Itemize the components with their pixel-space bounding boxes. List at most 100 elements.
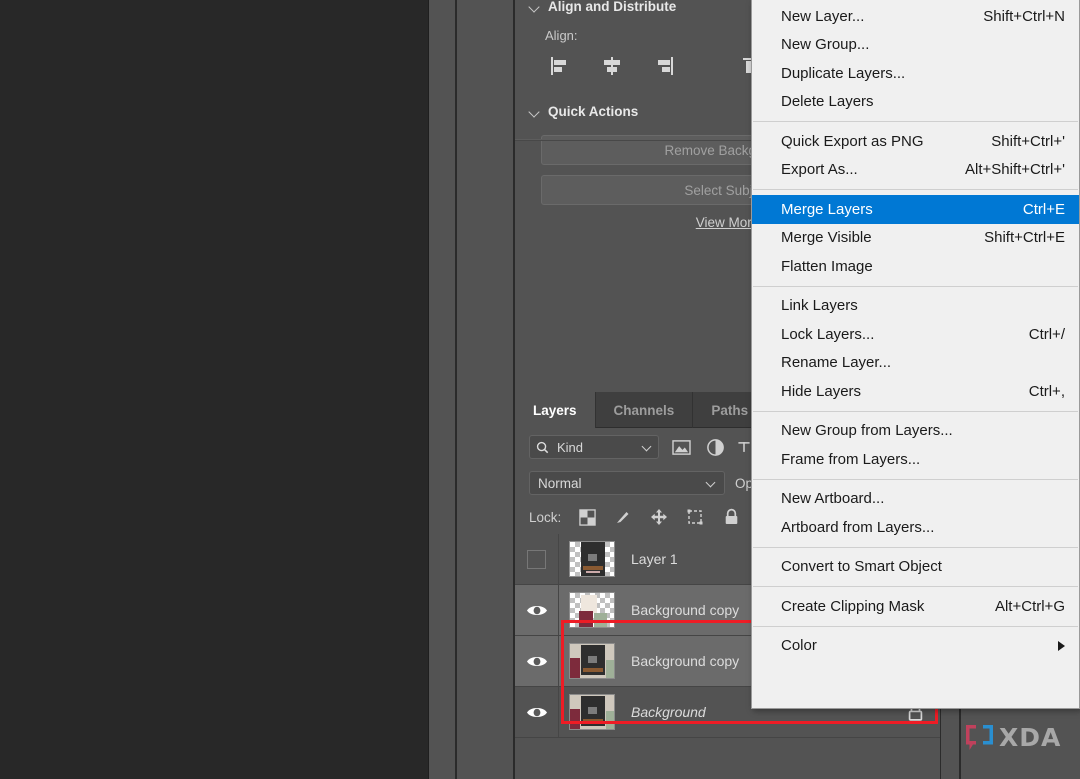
menu-separator bbox=[753, 121, 1078, 122]
menu-item-create-clipping-mask[interactable]: Create Clipping Mask Alt+Ctrl+G bbox=[752, 592, 1079, 621]
menu-item-label: Duplicate Layers... bbox=[781, 65, 905, 82]
blend-mode-select[interactable]: Normal bbox=[529, 471, 725, 495]
menu-item-artboard-from-layers[interactable]: Artboard from Layers... bbox=[752, 513, 1079, 542]
menu-item-new-group[interactable]: New Group... bbox=[752, 31, 1079, 60]
lock-image-pixels-icon[interactable] bbox=[613, 507, 633, 527]
chevron-down-icon[interactable] bbox=[529, 106, 540, 117]
layer-context-menu[interactable]: New Layer... Shift+Ctrl+N New Group... D… bbox=[751, 0, 1080, 709]
search-icon bbox=[536, 441, 549, 454]
menu-item-label: Color bbox=[781, 637, 817, 654]
thumbnail-artwork bbox=[570, 542, 614, 576]
lock-position-icon[interactable] bbox=[649, 507, 669, 527]
eye-icon bbox=[526, 705, 548, 720]
submenu-arrow-icon bbox=[1058, 641, 1065, 651]
photoshop-window: Align and Distribute Align: bbox=[0, 0, 1080, 779]
menu-item-label: Hide Layers bbox=[781, 383, 861, 400]
menu-item-label: Merge Visible bbox=[781, 229, 872, 246]
layer-name[interactable]: Background copy bbox=[631, 602, 739, 618]
tab-layers[interactable]: Layers bbox=[515, 392, 596, 428]
chevron-down-icon[interactable] bbox=[529, 1, 540, 12]
menu-item-label: Convert to Smart Object bbox=[781, 558, 942, 575]
layer-visibility-toggle[interactable] bbox=[515, 585, 559, 635]
menu-item-new-layer[interactable]: New Layer... Shift+Ctrl+N bbox=[752, 2, 1079, 31]
menu-item-label: New Artboard... bbox=[781, 490, 884, 507]
lock-transparent-pixels-icon[interactable] bbox=[577, 507, 597, 527]
lock-artboard-nesting-icon[interactable] bbox=[685, 507, 705, 527]
layer-name[interactable]: Background copy bbox=[631, 653, 739, 669]
xda-bracket-icon bbox=[963, 722, 997, 752]
menu-separator bbox=[753, 586, 1078, 587]
xda-logo-text: XDA bbox=[999, 723, 1061, 752]
menu-item-duplicate-layers[interactable]: Duplicate Layers... bbox=[752, 59, 1079, 88]
menu-item-new-artboard[interactable]: New Artboard... bbox=[752, 485, 1079, 514]
layer-visibility-toggle[interactable] bbox=[515, 534, 559, 584]
filter-image-icon[interactable] bbox=[669, 436, 693, 458]
menu-item-shortcut: Shift+Ctrl+E bbox=[984, 229, 1065, 246]
menu-item-label: New Group from Layers... bbox=[781, 422, 953, 439]
menu-item-lock-layers[interactable]: Lock Layers... Ctrl+/ bbox=[752, 320, 1079, 349]
menu-item-hide-layers[interactable]: Hide Layers Ctrl+, bbox=[752, 377, 1079, 406]
menu-item-merge-visible[interactable]: Merge Visible Shift+Ctrl+E bbox=[752, 224, 1079, 253]
menu-item-quick-export-as-png[interactable]: Quick Export as PNG Shift+Ctrl+' bbox=[752, 127, 1079, 156]
menu-item-export-as[interactable]: Export As... Alt+Shift+Ctrl+' bbox=[752, 156, 1079, 185]
menu-item-delete-layers[interactable]: Delete Layers bbox=[752, 88, 1079, 117]
align-section-title: Align and Distribute bbox=[548, 0, 676, 14]
menu-item-label: Artboard from Layers... bbox=[781, 519, 934, 536]
xda-watermark: XDA bbox=[963, 722, 1061, 752]
menu-item-shortcut: Shift+Ctrl+N bbox=[983, 8, 1065, 25]
blend-mode-value: Normal bbox=[538, 476, 582, 491]
layer-thumbnail[interactable] bbox=[569, 643, 615, 679]
menu-item-new-group-from-layers[interactable]: New Group from Layers... bbox=[752, 417, 1079, 446]
menu-item-merge-layers[interactable]: Merge Layers Ctrl+E bbox=[752, 195, 1079, 224]
menu-item-label: Flatten Image bbox=[781, 258, 873, 275]
layer-thumbnail[interactable] bbox=[569, 592, 615, 628]
filter-kind-select[interactable]: Kind bbox=[529, 435, 659, 459]
layer-thumbnail[interactable] bbox=[569, 541, 615, 577]
menu-separator bbox=[753, 479, 1078, 480]
visibility-off-box[interactable] bbox=[527, 550, 546, 569]
lock-all-icon[interactable] bbox=[721, 507, 741, 527]
layer-thumbnail[interactable] bbox=[569, 694, 615, 730]
align-horizontal-centers-button[interactable] bbox=[599, 53, 625, 79]
menu-item-rename-layer[interactable]: Rename Layer... bbox=[752, 349, 1079, 378]
menu-item-shortcut: Ctrl+/ bbox=[1029, 326, 1065, 343]
filter-adjustment-icon[interactable] bbox=[703, 436, 727, 458]
filter-type-icon[interactable] bbox=[737, 436, 751, 458]
layer-name[interactable]: Background bbox=[631, 704, 706, 720]
align-right-edges-button[interactable] bbox=[651, 53, 677, 79]
align-horizontal-group bbox=[547, 53, 677, 79]
document-canvas[interactable] bbox=[0, 0, 428, 779]
menu-item-label: Merge Layers bbox=[781, 201, 873, 218]
menu-item-shortcut: Alt+Shift+Ctrl+' bbox=[965, 161, 1065, 178]
quick-actions-title: Quick Actions bbox=[548, 104, 638, 119]
menu-separator bbox=[753, 189, 1078, 190]
menu-item-shortcut: Shift+Ctrl+' bbox=[991, 133, 1065, 150]
layer-name[interactable]: Layer 1 bbox=[631, 551, 678, 567]
chevron-down-icon[interactable] bbox=[707, 479, 716, 488]
thumbnail-artwork bbox=[570, 644, 614, 678]
thumbnail-artwork bbox=[570, 695, 614, 729]
menu-separator bbox=[753, 626, 1078, 627]
menu-item-color[interactable]: Color bbox=[752, 632, 1079, 661]
layer-visibility-toggle[interactable] bbox=[515, 687, 559, 737]
menu-separator bbox=[753, 547, 1078, 548]
panel-gutter-left bbox=[428, 0, 456, 779]
menu-item-shortcut: Alt+Ctrl+G bbox=[995, 598, 1065, 615]
menu-item-convert-to-smart-object[interactable]: Convert to Smart Object bbox=[752, 553, 1079, 582]
layer-visibility-toggle[interactable] bbox=[515, 636, 559, 686]
menu-item-label: Frame from Layers... bbox=[781, 451, 920, 468]
menu-item-label: Lock Layers... bbox=[781, 326, 874, 343]
menu-item-label: Delete Layers bbox=[781, 93, 874, 110]
menu-item-label: Rename Layer... bbox=[781, 354, 891, 371]
menu-item-label: Create Clipping Mask bbox=[781, 598, 924, 615]
panel-gutter-mid bbox=[457, 0, 513, 779]
align-left-edges-button[interactable] bbox=[547, 53, 573, 79]
chevron-down-icon[interactable] bbox=[643, 443, 652, 452]
menu-item-frame-from-layers[interactable]: Frame from Layers... bbox=[752, 445, 1079, 474]
menu-separator bbox=[753, 286, 1078, 287]
menu-item-flatten-image[interactable]: Flatten Image bbox=[752, 252, 1079, 281]
menu-item-label: Quick Export as PNG bbox=[781, 133, 924, 150]
menu-item-label: Link Layers bbox=[781, 297, 858, 314]
menu-item-link-layers[interactable]: Link Layers bbox=[752, 292, 1079, 321]
tab-channels[interactable]: Channels bbox=[596, 392, 694, 428]
